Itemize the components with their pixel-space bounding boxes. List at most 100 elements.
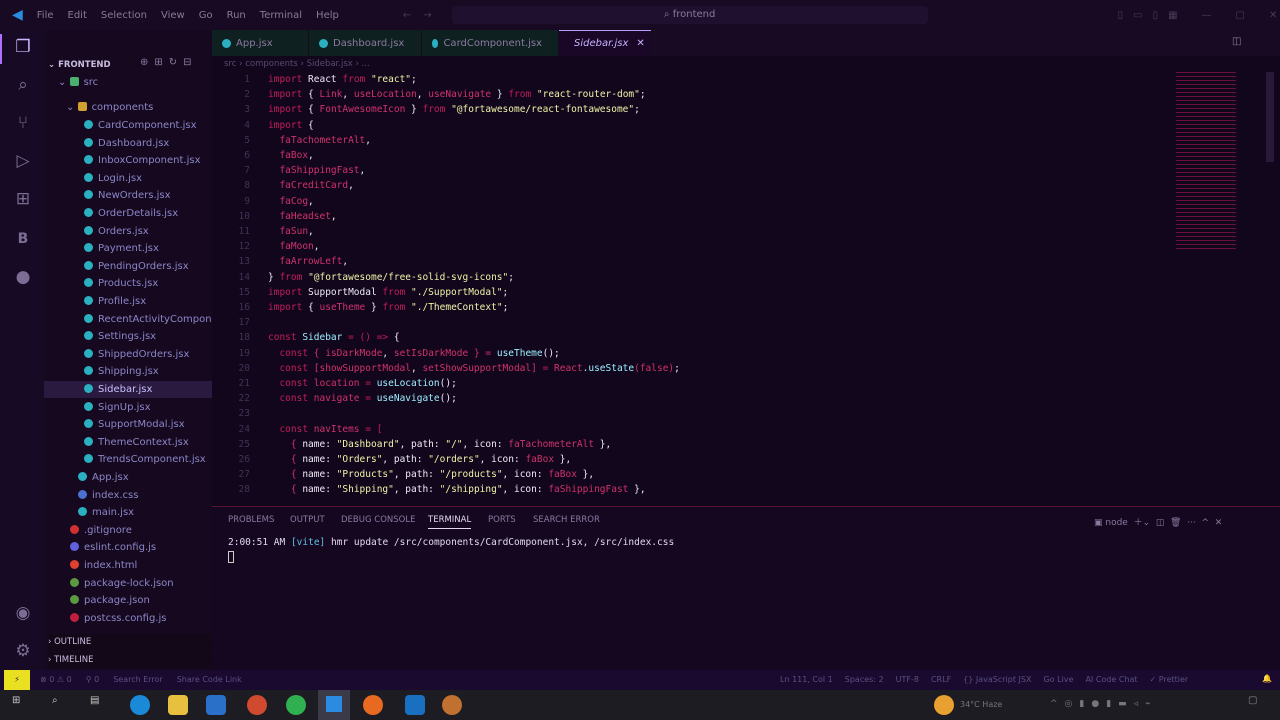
- file-item[interactable]: index.css: [44, 487, 212, 504]
- code-line[interactable]: const [showSupportModal, setShowSupportM…: [268, 363, 679, 374]
- code-line[interactable]: faTachometerAlt,: [268, 135, 371, 146]
- minimap[interactable]: [1176, 72, 1236, 252]
- status-item[interactable]: ⊗ 0 ⚠ 0: [40, 675, 72, 684]
- terminal-actions[interactable]: ▣ node ＋⌄ ◫ 🗑 ··· ^ ✕: [1094, 515, 1222, 528]
- breadcrumb[interactable]: src › components › Sidebar.jsx › ...: [224, 59, 370, 69]
- linkedin-icon[interactable]: [405, 695, 425, 715]
- file-item[interactable]: Sidebar.jsx: [44, 381, 212, 398]
- tab-sidebar-jsx[interactable]: Sidebar.jsx ✕: [559, 30, 651, 56]
- code-line[interactable]: { name: "Orders", path: "/orders", icon:…: [268, 454, 571, 465]
- command-center-search[interactable]: ⌕ frontend: [451, 6, 928, 24]
- chrome-icon[interactable]: [247, 695, 267, 715]
- panel-tab-search-error[interactable]: SEARCH ERROR: [533, 515, 600, 525]
- bootstrap-icon[interactable]: B: [12, 228, 34, 250]
- menu-view[interactable]: View: [161, 10, 185, 21]
- code-editor[interactable]: src › components › Sidebar.jsx › ... 1 im…: [212, 56, 1280, 504]
- panel-tab-ports[interactable]: PORTS: [488, 515, 516, 525]
- layout-controls[interactable]: ▯▭▯▦: [1118, 10, 1188, 21]
- file-item[interactable]: Payment.jsx: [44, 240, 212, 257]
- file-item[interactable]: package.json: [44, 592, 212, 609]
- outline-section[interactable]: › OUTLINE: [48, 634, 216, 651]
- breadcrumb-item[interactable]: Sidebar.jsx: [307, 59, 353, 69]
- code-line[interactable]: faSun,: [268, 226, 313, 237]
- maximize-button[interactable]: ▢: [1236, 10, 1245, 21]
- code-line[interactable]: faMoon,: [268, 241, 319, 252]
- code-line[interactable]: import React from "react";: [268, 74, 417, 85]
- file-item[interactable]: ThemeContext.jsx: [44, 434, 212, 451]
- file-item[interactable]: App.jsx: [44, 469, 212, 486]
- menu-terminal[interactable]: Terminal: [260, 10, 302, 21]
- status-item[interactable]: UTF-8: [896, 675, 919, 684]
- code-line[interactable]: const navItems = [: [268, 424, 382, 435]
- file-item[interactable]: SupportModal.jsx: [44, 416, 212, 433]
- firefox-icon[interactable]: [363, 695, 383, 715]
- panel-tab-terminal[interactable]: TERMINAL: [428, 515, 472, 529]
- account-icon[interactable]: ◉: [12, 602, 34, 624]
- breadcrumb-item[interactable]: components: [245, 59, 298, 69]
- file-item[interactable]: PendingOrders.jsx: [44, 258, 212, 275]
- menu-file[interactable]: File: [37, 10, 54, 21]
- code-line[interactable]: { name: "Dashboard", path: "/", icon: fa…: [268, 439, 611, 450]
- breadcrumb-item[interactable]: src: [224, 59, 236, 69]
- notifications-icon[interactable]: 🔔: [1262, 674, 1272, 683]
- file-item[interactable]: Settings.jsx: [44, 328, 212, 345]
- menu-edit[interactable]: Edit: [68, 10, 87, 21]
- status-item[interactable]: AI Code Chat: [1085, 675, 1137, 684]
- code-line[interactable]: { name: "Shipping", path: "/shipping", i…: [268, 484, 646, 495]
- timeline-section[interactable]: › TIMELINE: [48, 652, 216, 669]
- edge-icon[interactable]: [130, 695, 150, 715]
- code-line[interactable]: faBox,: [268, 150, 313, 161]
- file-item[interactable]: Dashboard.jsx: [44, 135, 212, 152]
- status-item[interactable]: {} JavaScript JSX: [963, 675, 1031, 684]
- task-view-icon[interactable]: ▤: [90, 695, 110, 715]
- file-item[interactable]: RecentActivityCompon...: [44, 311, 221, 328]
- panel-tab-problems[interactable]: PROBLEMS: [228, 515, 274, 525]
- forward-arrow-icon[interactable]: →: [423, 10, 431, 21]
- file-item[interactable]: Login.jsx: [44, 170, 212, 187]
- breadcrumb-item[interactable]: ...: [362, 59, 370, 69]
- source-control-icon[interactable]: ⑂: [12, 112, 34, 134]
- file-item[interactable]: Profile.jsx: [44, 293, 212, 310]
- status-item[interactable]: Search Error: [113, 675, 163, 684]
- code-line[interactable]: faArrowLeft,: [268, 256, 348, 267]
- app-icon[interactable]: [442, 695, 462, 715]
- status-item[interactable]: Ln 111, Col 1: [780, 675, 833, 684]
- menu-selection[interactable]: Selection: [101, 10, 147, 21]
- code-line[interactable]: const Sidebar = () => {: [268, 332, 400, 343]
- status-item[interactable]: ⚲ 0: [86, 675, 100, 684]
- file-item[interactable]: Orders.jsx: [44, 223, 212, 240]
- split-editor-icon[interactable]: ◫: [1232, 36, 1241, 47]
- code-line[interactable]: import { FontAwesomeIcon } from "@fortaw…: [268, 104, 640, 115]
- windows-start-icon[interactable]: ⊞: [12, 695, 32, 715]
- gear-icon[interactable]: ⚙: [12, 640, 34, 662]
- store-icon[interactable]: [206, 695, 226, 715]
- file-item[interactable]: main.jsx: [44, 504, 212, 521]
- terminal-output[interactable]: 2:00:51 AM [vite] hmr update /src/compon…: [228, 537, 674, 548]
- file-item[interactable]: TrendsComponent.jsx: [44, 451, 212, 468]
- tab-dashboard-jsx[interactable]: Dashboard.jsx: [309, 30, 421, 56]
- search-icon[interactable]: ⌕: [12, 74, 34, 96]
- code-line[interactable]: import SupportModal from "./SupportModal…: [268, 287, 508, 298]
- file-item[interactable]: postcss.config.js: [44, 610, 212, 627]
- code-line[interactable]: import { Link, useLocation, useNavigate …: [268, 89, 646, 100]
- folder-src[interactable]: ⌄ src: [58, 74, 226, 91]
- menu-go[interactable]: Go: [199, 10, 213, 21]
- menu-run[interactable]: Run: [227, 10, 246, 21]
- status-item[interactable]: Spaces: 2: [845, 675, 884, 684]
- tab-app-jsx[interactable]: App.jsx: [212, 30, 308, 56]
- panel-tab-debug-console[interactable]: DEBUG CONSOLE: [341, 515, 415, 525]
- run-debug-icon[interactable]: ▷: [12, 150, 34, 172]
- editor-scrollbar[interactable]: [1266, 72, 1274, 162]
- code-line[interactable]: const location = useLocation();: [268, 378, 456, 389]
- code-line[interactable]: } from "@fortawesome/free-solid-svg-icon…: [268, 272, 514, 283]
- close-window-button[interactable]: ✕: [1269, 10, 1277, 21]
- file-item[interactable]: package-lock.json: [44, 575, 212, 592]
- code-line[interactable]: faHeadset,: [268, 211, 336, 222]
- explorer-icon[interactable]: ❐: [12, 36, 34, 58]
- status-item[interactable]: Share Code Link: [177, 675, 242, 684]
- file-item[interactable]: eslint.config.js: [44, 539, 212, 556]
- code-line[interactable]: import {: [268, 120, 314, 131]
- vscode-taskbar-icon[interactable]: [318, 690, 350, 720]
- file-item[interactable]: index.html: [44, 557, 212, 574]
- close-tab-icon[interactable]: ✕: [636, 38, 644, 49]
